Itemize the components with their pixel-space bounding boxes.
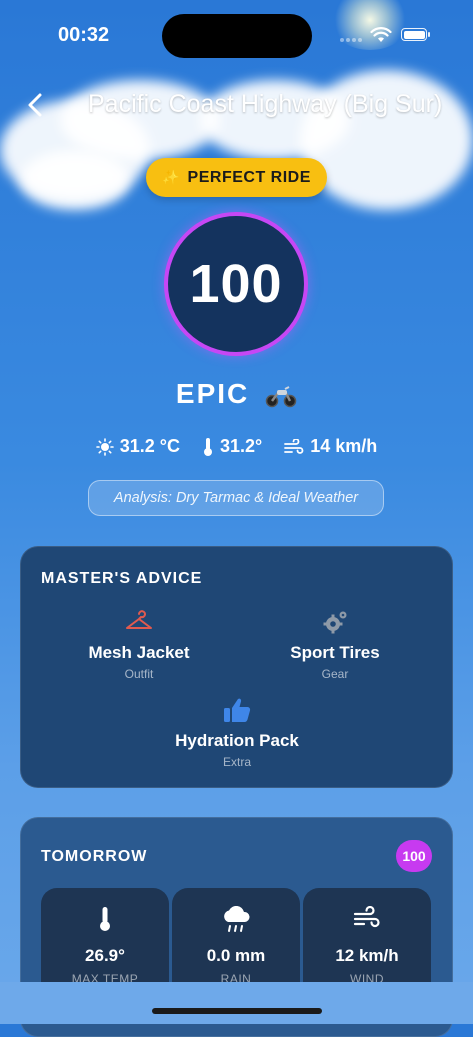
tile-value: 12 km/h — [335, 946, 399, 965]
score-value: 100 — [189, 254, 283, 314]
advice-item-category: Gear — [321, 667, 349, 681]
rain-cloud-icon — [224, 906, 250, 932]
tile-value: 26.9° — [85, 946, 125, 965]
advice-item-category: Outfit — [124, 667, 154, 681]
wifi-icon — [370, 27, 392, 42]
advice-item-extra: Hydration Pack Extra — [137, 695, 337, 769]
advice-item-outfit: Mesh Jacket Outfit — [39, 607, 239, 681]
advice-item-name: Mesh Jacket — [88, 643, 190, 662]
advice-item-name: Sport Tires — [290, 643, 380, 662]
status-time: 00:32 — [58, 24, 110, 46]
signal-icon — [340, 38, 362, 42]
rating-line: EPIC — [0, 378, 473, 410]
wind-value: 14 km/h — [310, 436, 378, 456]
tomorrow-title: TOMORROW — [41, 848, 148, 865]
wind-icon — [284, 438, 304, 454]
sparkle-icon: ✨ — [162, 169, 180, 185]
dynamic-island — [162, 14, 312, 58]
hanger-icon — [126, 610, 152, 629]
status-bar: 00:32 — [0, 0, 473, 70]
wind-stat: 14 km/h — [284, 436, 377, 457]
wind-icon — [353, 906, 380, 928]
feels-like-value: 31.2° — [219, 436, 263, 456]
motorcycle-icon — [265, 385, 297, 407]
back-chevron-icon[interactable] — [22, 90, 50, 120]
feels-like-stat: 31.2° — [202, 436, 262, 457]
advice-item-name: Hydration Pack — [175, 731, 299, 750]
route-title: Pacific Coast Highway (Big Sur) — [88, 90, 443, 118]
temperature-stat: 31.2 °C — [95, 436, 180, 457]
tile-value: 0.0 mm — [206, 946, 266, 965]
advice-item-gear: Sport Tires Gear — [235, 607, 435, 681]
thermometer-icon — [100, 907, 110, 931]
cloud — [20, 150, 130, 210]
advice-item-category: Extra — [222, 755, 251, 769]
battery-icon — [401, 28, 430, 41]
badge-label: PERFECT RIDE — [187, 168, 311, 186]
sun-icon — [95, 437, 114, 456]
thermometer-icon — [203, 437, 212, 456]
perfect-ride-badge: ✨ PERFECT RIDE — [146, 158, 327, 197]
home-indicator[interactable] — [152, 1008, 322, 1014]
temperature-value: 31.2 °C — [119, 436, 180, 456]
weather-summary: 31.2 °C 31.2° 14 km/h — [0, 436, 473, 457]
score-ring: 100 — [164, 212, 308, 356]
masters-advice-card: MASTER'S ADVICE Mesh Jacket Outfit Sport… — [20, 546, 453, 788]
gears-icon — [323, 611, 347, 634]
rating-label: EPIC — [175, 378, 250, 409]
bottom-bar — [0, 982, 473, 1024]
advice-title: MASTER'S ADVICE — [41, 570, 203, 587]
thumbs-up-icon — [224, 698, 251, 722]
analysis-pill: Analysis: Dry Tarmac & Ideal Weather — [88, 480, 384, 516]
tomorrow-score-badge: 100 — [396, 840, 432, 872]
